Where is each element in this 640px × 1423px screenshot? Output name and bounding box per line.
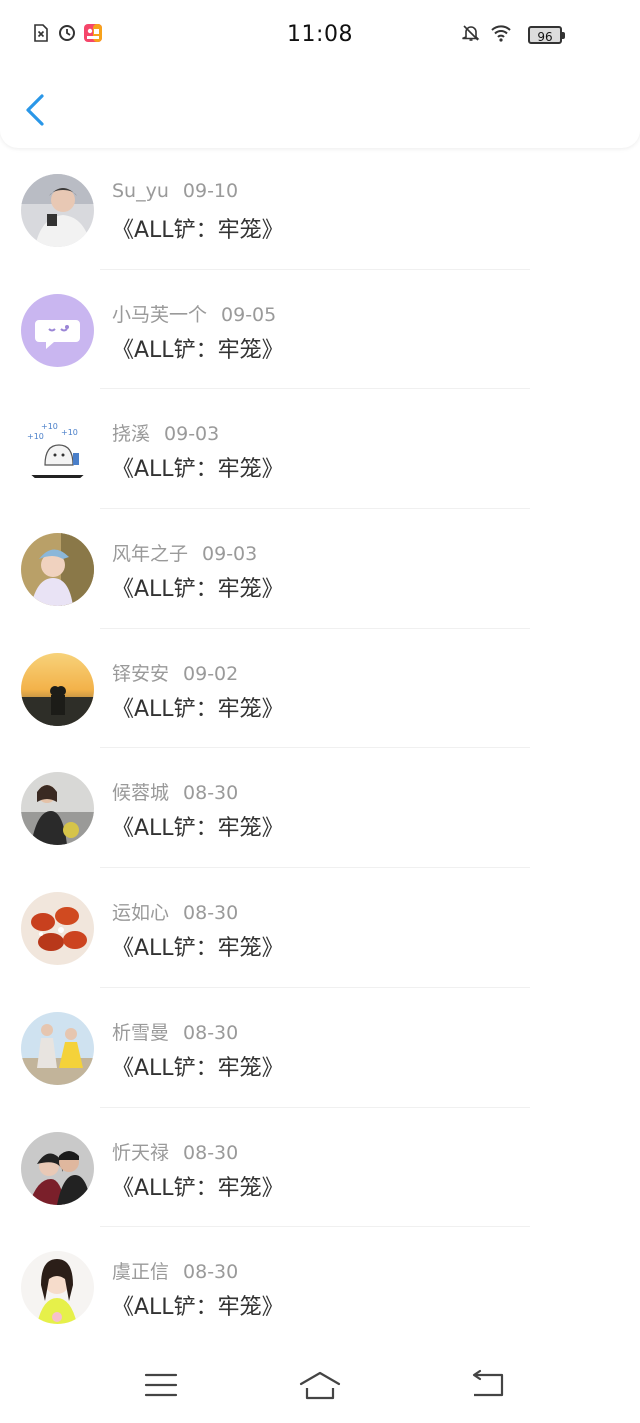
list-item[interactable]: 虞正信 08-30 《ALL铲：牢笼》: [0, 1227, 640, 1347]
author-name: Su_yu: [112, 180, 169, 202]
chevron-left-icon: [26, 94, 44, 126]
avatar[interactable]: [21, 772, 94, 846]
item-title: 《ALL铲：牢笼》: [112, 457, 284, 483]
home-button[interactable]: [298, 1368, 342, 1402]
list-item[interactable]: 候蓉城 08-30 《ALL铲：牢笼》: [0, 748, 640, 869]
item-meta: 忻天禄 08-30: [112, 1138, 238, 1165]
post-date: 08-30: [183, 902, 239, 925]
post-date: 08-30: [183, 782, 239, 805]
menu-button[interactable]: [140, 1368, 184, 1402]
post-date: 09-02: [183, 662, 239, 685]
author-name: 挠溪: [112, 423, 151, 446]
post-date: 08-30: [183, 1021, 239, 1044]
list-item[interactable]: 忻天禄 08-30 《ALL铲：牢笼》: [0, 1108, 640, 1228]
avatar[interactable]: [21, 892, 94, 966]
back-nav-button[interactable]: [466, 1368, 510, 1402]
avatar[interactable]: [21, 1011, 94, 1085]
item-title: 《ALL铲：牢笼》: [112, 577, 284, 603]
list-item[interactable]: 运如心 08-30 《ALL铲：牢笼》: [0, 868, 640, 988]
status-bar: 11:08 96: [0, 18, 640, 56]
author-name: 析雪曼: [112, 1021, 170, 1044]
item-title: 《ALL铲：牢笼》: [112, 936, 284, 962]
item-meta: 候蓉城 08-30: [112, 778, 238, 805]
back-nav-icon: [472, 1369, 504, 1397]
list-item[interactable]: 铎安安 09-02 《ALL铲：牢笼》: [0, 629, 640, 749]
item-meta: 析雪曼 08-30: [112, 1018, 238, 1045]
menu-icon: [144, 1373, 178, 1397]
item-title: 《ALL铲：牢笼》: [112, 1055, 284, 1081]
item-meta: Su_yu 09-10: [112, 180, 238, 202]
item-meta: 风年之子 09-03: [112, 539, 257, 566]
item-title: 《ALL铲：牢笼》: [112, 696, 284, 722]
system-nav-bar: [0, 1350, 640, 1423]
author-name: 虞正信: [112, 1261, 170, 1284]
post-date: 08-30: [183, 1141, 239, 1164]
list-item[interactable]: Su_yu 09-10 《ALL铲：牢笼》: [0, 150, 640, 270]
battery-icon: 96: [528, 26, 565, 44]
item-title: 《ALL铲：牢笼》: [112, 218, 284, 243]
avatar[interactable]: +10 +10 +10: [21, 413, 94, 487]
list-item[interactable]: +10 +10 +10 挠溪 09-03 《ALL铲：牢笼》: [0, 389, 640, 510]
avatar[interactable]: [21, 1251, 94, 1325]
item-meta: 挠溪 09-03: [112, 419, 219, 446]
comment-list: Su_yu 09-10 《ALL铲：牢笼》 小马芙一个 09-05 《ALL铲：牢笼…: [0, 150, 640, 1347]
avatar[interactable]: [21, 652, 94, 726]
back-button[interactable]: [16, 88, 56, 132]
avatar[interactable]: [21, 174, 94, 247]
post-date: 09-03: [202, 543, 258, 566]
svg-text:+10: +10: [61, 428, 78, 437]
list-item[interactable]: 析雪曼 08-30 《ALL铲：牢笼》: [0, 988, 640, 1108]
avatar[interactable]: [21, 293, 94, 367]
avatar[interactable]: [21, 1131, 94, 1205]
author-name: 运如心: [112, 902, 170, 925]
post-date: 09-10: [182, 180, 239, 202]
author-name: 小马芙一个: [112, 303, 208, 326]
item-meta: 铎安安 09-02: [112, 659, 238, 686]
post-date: 09-03: [164, 423, 220, 446]
item-title: 《ALL铲：牢笼》: [112, 1295, 284, 1321]
app-header: 11:08 96: [0, 0, 640, 148]
svg-text:+10: +10: [27, 432, 44, 441]
status-right-icons: [462, 24, 512, 42]
author-name: 风年之子: [112, 543, 189, 566]
author-name: 忻天禄: [112, 1141, 170, 1164]
bell-off-icon: [462, 25, 480, 41]
item-title: 《ALL铲：牢笼》: [112, 337, 284, 363]
list-item[interactable]: 风年之子 09-03 《ALL铲：牢笼》: [0, 509, 640, 629]
list-item[interactable]: 小马芙一个 09-05 《ALL铲：牢笼》: [0, 270, 640, 390]
item-meta: 运如心 08-30: [112, 898, 238, 925]
item-meta: 小马芙一个 09-05: [112, 300, 276, 327]
post-date: 08-30: [183, 1261, 239, 1284]
svg-text:+10: +10: [41, 422, 58, 431]
item-meta: 虞正信 08-30: [112, 1257, 238, 1284]
avatar[interactable]: [21, 533, 94, 607]
item-title: 《ALL铲：牢笼》: [112, 1175, 284, 1201]
author-name: 候蓉城: [112, 782, 170, 805]
post-date: 09-05: [221, 303, 277, 326]
home-icon: [299, 1371, 341, 1400]
wifi-icon: [491, 25, 511, 42]
item-title: 《ALL铲：牢笼》: [112, 816, 284, 842]
author-name: 铎安安: [112, 662, 170, 685]
